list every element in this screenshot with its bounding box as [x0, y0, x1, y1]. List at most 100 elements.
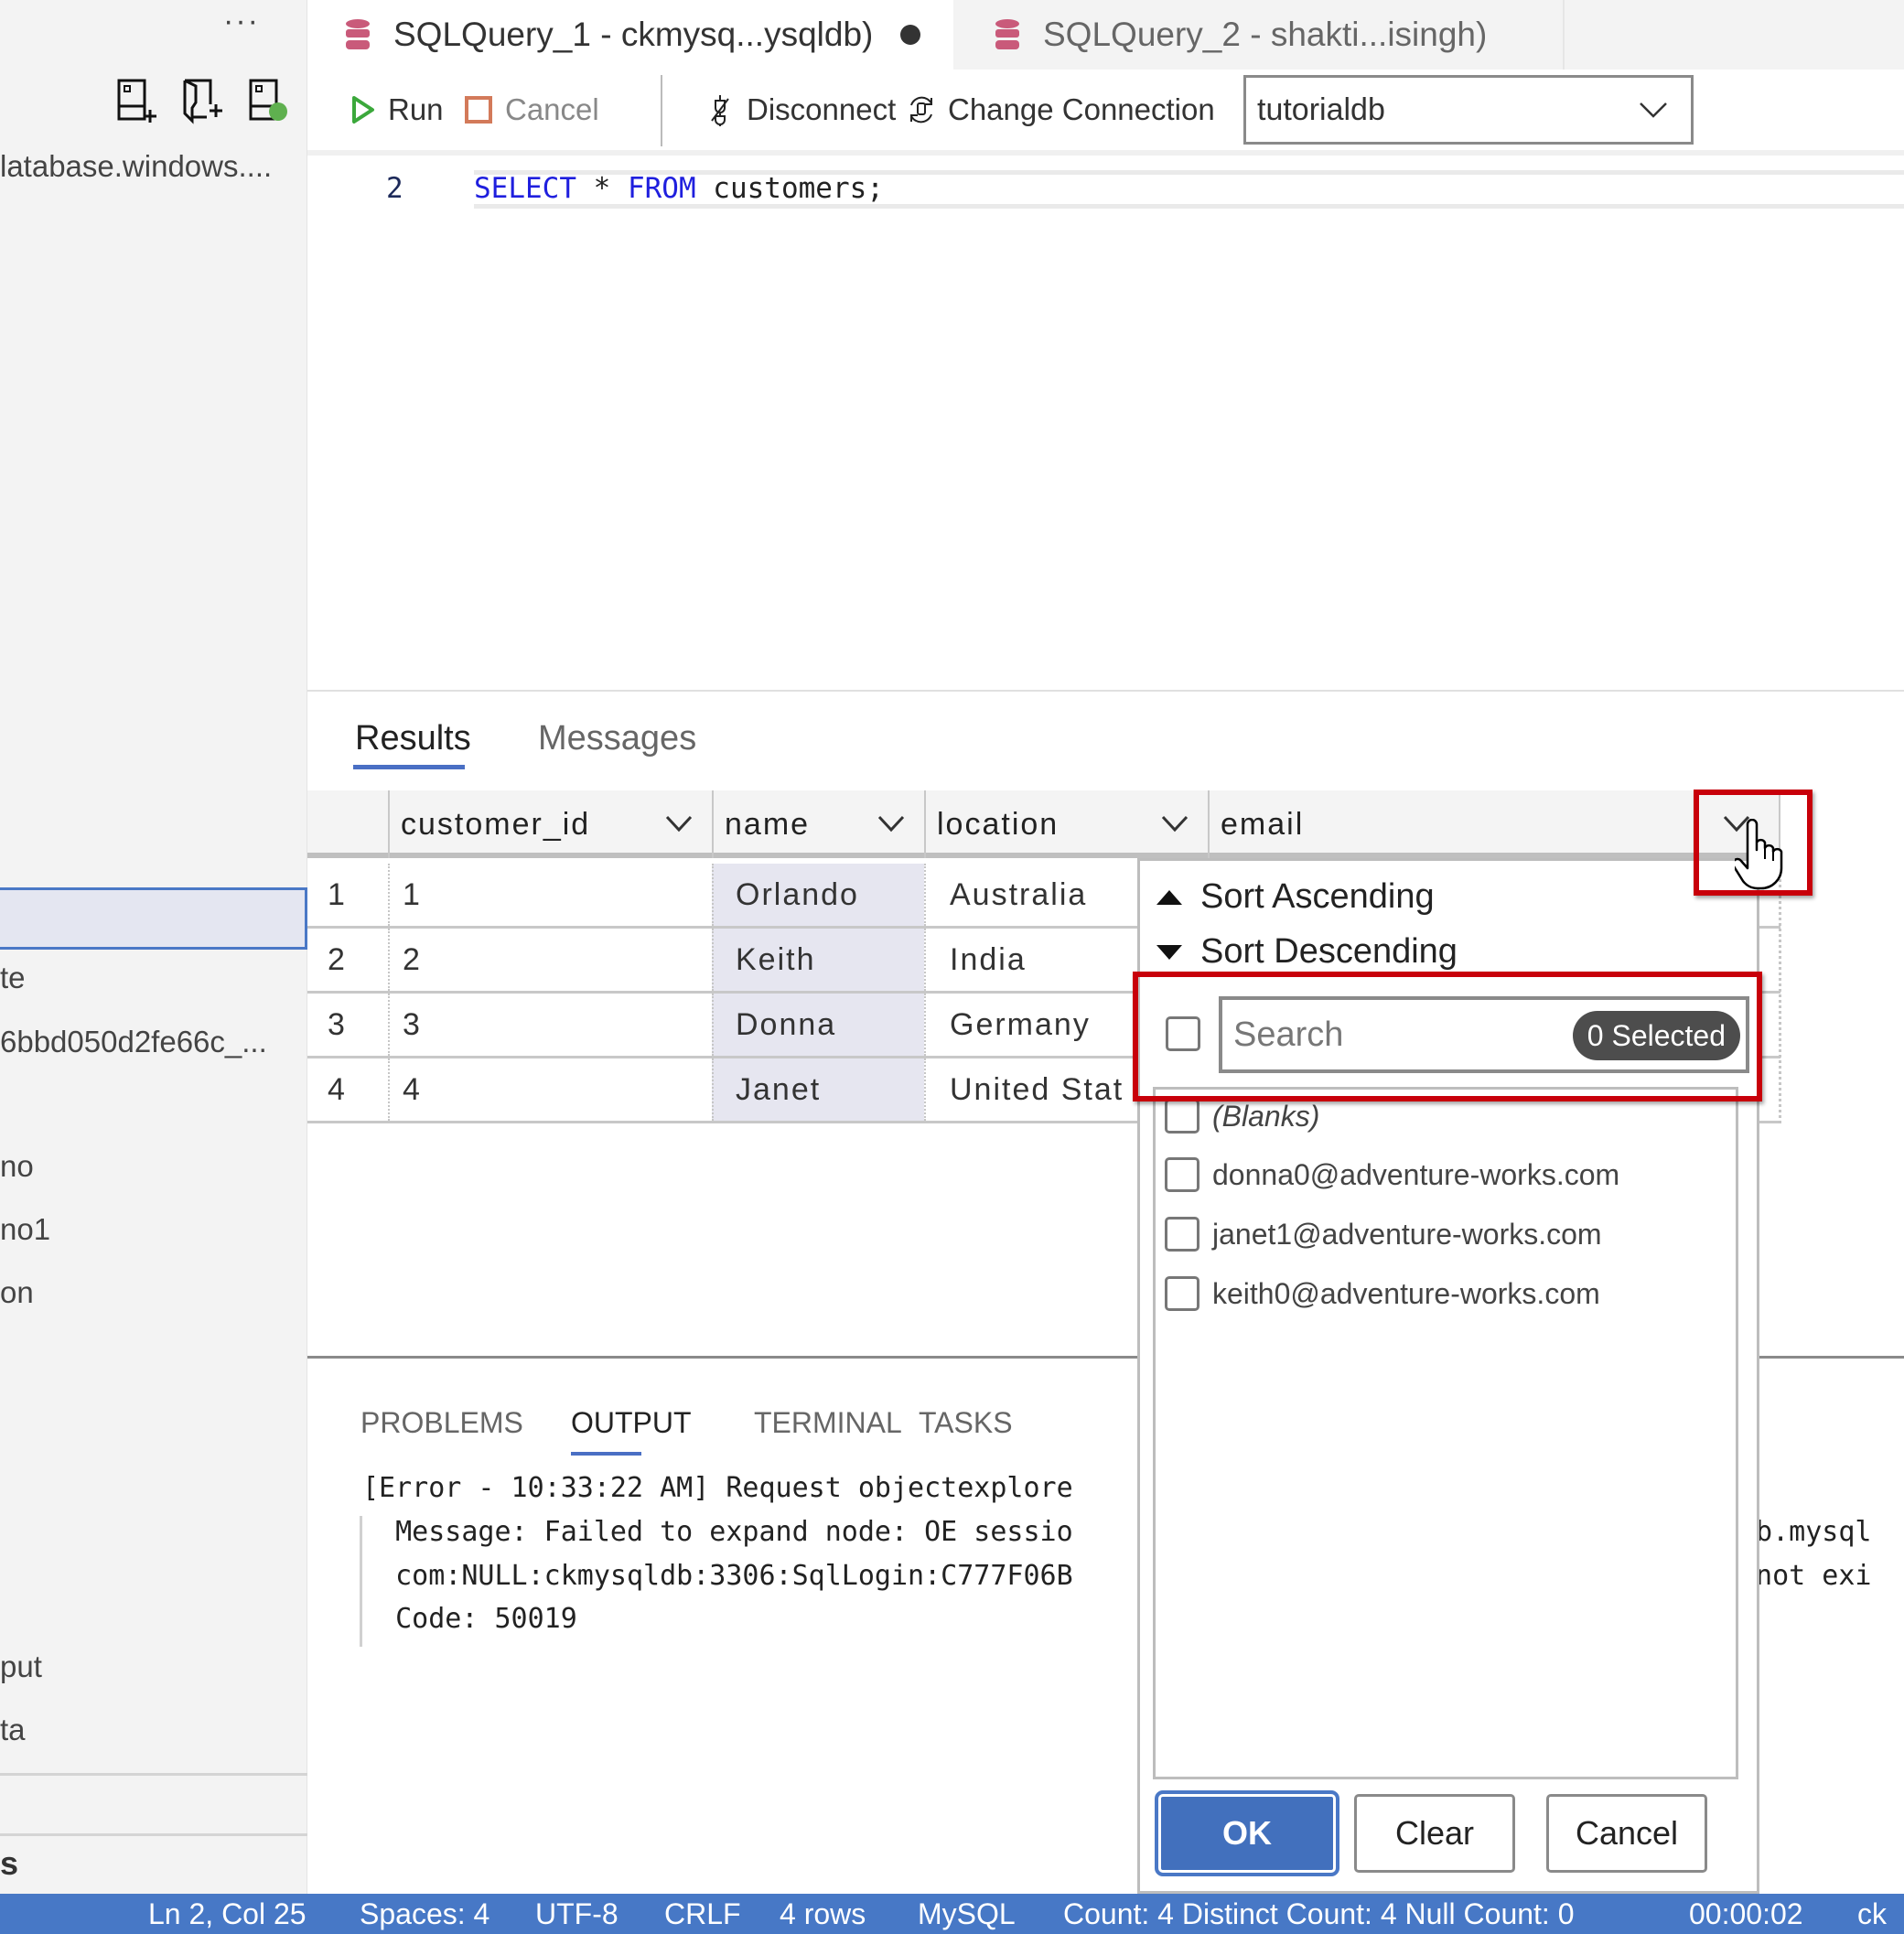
column-filter-chevron-icon[interactable]	[1160, 809, 1189, 838]
filter-option[interactable]: donna0@adventure-works.com	[1165, 1157, 1619, 1192]
connection-name[interactable]: ck	[1857, 1897, 1887, 1931]
status-bar: Ln 2, Col 25 Spaces: 4 UTF-8 CRLF 4 rows…	[0, 1894, 1904, 1934]
row-number[interactable]: 4	[307, 1058, 388, 1121]
sidebar-section-title[interactable]: s	[0, 1844, 18, 1883]
clear-button[interactable]: Clear	[1354, 1794, 1515, 1873]
disconnect-button[interactable]: Disconnect	[708, 70, 896, 150]
option-checkbox[interactable]	[1165, 1099, 1199, 1134]
row-count: 4 rows	[780, 1897, 866, 1930]
filter-option[interactable]: keith0@adventure-works.com	[1165, 1276, 1600, 1311]
cursor-position[interactable]: Ln 2, Col 25	[148, 1897, 307, 1931]
tab-terminal[interactable]: TERMINAL	[754, 1406, 902, 1440]
row-number[interactable]: 3	[307, 994, 388, 1056]
cell-customer-id[interactable]: 3	[388, 994, 712, 1056]
active-tab-indicator	[353, 765, 465, 769]
cancel-button[interactable]: Cancel	[1546, 1794, 1707, 1873]
tree-item[interactable]: on	[0, 1275, 34, 1310]
cell-name[interactable]: Orlando	[712, 864, 924, 926]
column-header-location[interactable]: location	[924, 790, 1208, 858]
column-filter-chevron-icon[interactable]	[664, 809, 694, 838]
toolbar-separator	[661, 75, 662, 146]
sidebar-divider	[0, 1833, 307, 1836]
tree-item[interactable]: 6bbd050d2fe66c_...	[0, 1025, 267, 1059]
option-label: keith0@adventure-works.com	[1212, 1276, 1600, 1310]
tab-sqlquery-2[interactable]: SQLQuery_2 - shakti...isingh)	[953, 0, 1565, 70]
log-line: Message: Failed to expand node: OE sessi…	[362, 1516, 1073, 1548]
language-mode[interactable]: MySQL	[918, 1897, 1016, 1931]
selected-tree-item[interactable]	[0, 887, 307, 950]
cell-customer-id[interactable]: 2	[388, 929, 712, 991]
sort-ascending-item[interactable]: Sort Ascending	[1156, 877, 1435, 917]
database-select[interactable]: tutorialdb	[1243, 75, 1694, 145]
chevron-down-icon	[1640, 102, 1667, 118]
open-file-icon[interactable]	[181, 77, 225, 124]
encoding[interactable]: UTF-8	[535, 1897, 619, 1931]
line-ending[interactable]: CRLF	[664, 1897, 741, 1931]
tab-results[interactable]: Results	[355, 719, 471, 758]
change-connection-button[interactable]: Change Connection	[906, 70, 1215, 150]
query-toolbar: Run Cancel Disconnect Change Connection …	[307, 70, 1904, 150]
new-query-icon[interactable]	[115, 77, 159, 124]
row-number[interactable]: 2	[307, 929, 388, 991]
tree-item[interactable]: put	[0, 1649, 42, 1684]
filter-option[interactable]: janet1@adventure-works.com	[1165, 1217, 1602, 1252]
connected-server-icon[interactable]	[247, 77, 291, 124]
ok-button[interactable]: OK	[1155, 1790, 1339, 1876]
indentation[interactable]: Spaces: 4	[360, 1897, 489, 1931]
cell-name[interactable]: Janet	[712, 1058, 924, 1121]
cancel-query-button[interactable]: Cancel	[465, 70, 599, 150]
option-label: (Blanks)	[1212, 1099, 1320, 1133]
cell-name[interactable]: Keith	[712, 929, 924, 991]
column-header-customer-id[interactable]: customer_id	[388, 790, 712, 858]
sort-ascending-label: Sort Ascending	[1200, 877, 1435, 916]
sort-descending-item[interactable]: Sort Descending	[1156, 932, 1458, 972]
filter-option[interactable]: (Blanks)	[1165, 1099, 1319, 1134]
option-label: donna0@adventure-works.com	[1212, 1157, 1620, 1191]
filter-values-list[interactable]: (Blanks) donna0@adventure-works.com jane…	[1153, 1087, 1738, 1779]
cancel-label: Cancel	[505, 92, 599, 126]
run-button[interactable]: Run	[351, 70, 444, 150]
column-header-label: location	[937, 806, 1060, 842]
tab-messages[interactable]: Messages	[538, 719, 696, 758]
code-line[interactable]: SELECT * FROM customers;	[474, 172, 884, 205]
tab-tasks[interactable]: TASKS	[919, 1406, 1013, 1440]
cell-customer-id[interactable]: 1	[388, 864, 712, 926]
code-operator: *	[576, 172, 628, 205]
option-checkbox[interactable]	[1165, 1157, 1199, 1192]
line-number: 2	[386, 172, 403, 205]
tab-sqlquery-1[interactable]: SQLQuery_1 - ckmysq...ysqldb)	[307, 0, 953, 70]
keyword-select: SELECT	[474, 172, 576, 205]
tree-item[interactable]: no1	[0, 1212, 50, 1247]
column-header-name[interactable]: name	[712, 790, 924, 858]
tree-item[interactable]: te	[0, 961, 26, 995]
tab-output[interactable]: OUTPUT	[571, 1406, 692, 1440]
hand-cursor-icon	[1735, 819, 1783, 890]
code-identifier: customers;	[695, 172, 884, 205]
cell-name[interactable]: Donna	[712, 994, 924, 1056]
database-select-value: tutorialdb	[1257, 91, 1385, 127]
cell-customer-id[interactable]: 4	[388, 1058, 712, 1121]
column-header-label: customer_id	[401, 806, 591, 842]
database-icon	[995, 19, 1019, 49]
unsaved-dot-icon[interactable]	[900, 25, 921, 45]
play-icon	[352, 96, 374, 124]
more-actions-button[interactable]: ···	[223, 4, 260, 39]
option-checkbox[interactable]	[1165, 1217, 1199, 1252]
database-icon	[346, 19, 370, 49]
sidebar-divider	[0, 1773, 307, 1776]
grid-right-edge	[1779, 864, 1781, 1123]
object-explorer-sidebar: ··· latabase.windows.... te 6bbd050d2fe6…	[0, 0, 307, 1894]
tree-item[interactable]: no	[0, 1149, 34, 1184]
sort-ascending-icon	[1156, 889, 1182, 905]
server-host-label[interactable]: latabase.windows....	[0, 149, 272, 184]
tree-item[interactable]: ta	[0, 1713, 26, 1747]
row-number[interactable]: 1	[307, 864, 388, 926]
option-checkbox[interactable]	[1165, 1276, 1199, 1311]
sql-editor[interactable]: 2 SELECT * FROM customers;	[307, 150, 1904, 690]
tab-problems[interactable]: PROBLEMS	[360, 1406, 523, 1440]
editor-tab-bar: SQLQuery_1 - ckmysq...ysqldb) SQLQuery_2…	[307, 0, 1904, 70]
change-connection-icon	[910, 96, 932, 124]
option-label: janet1@adventure-works.com	[1212, 1217, 1602, 1251]
column-filter-chevron-icon[interactable]	[877, 809, 906, 838]
grid-header: customer_id name location email	[307, 790, 1780, 858]
